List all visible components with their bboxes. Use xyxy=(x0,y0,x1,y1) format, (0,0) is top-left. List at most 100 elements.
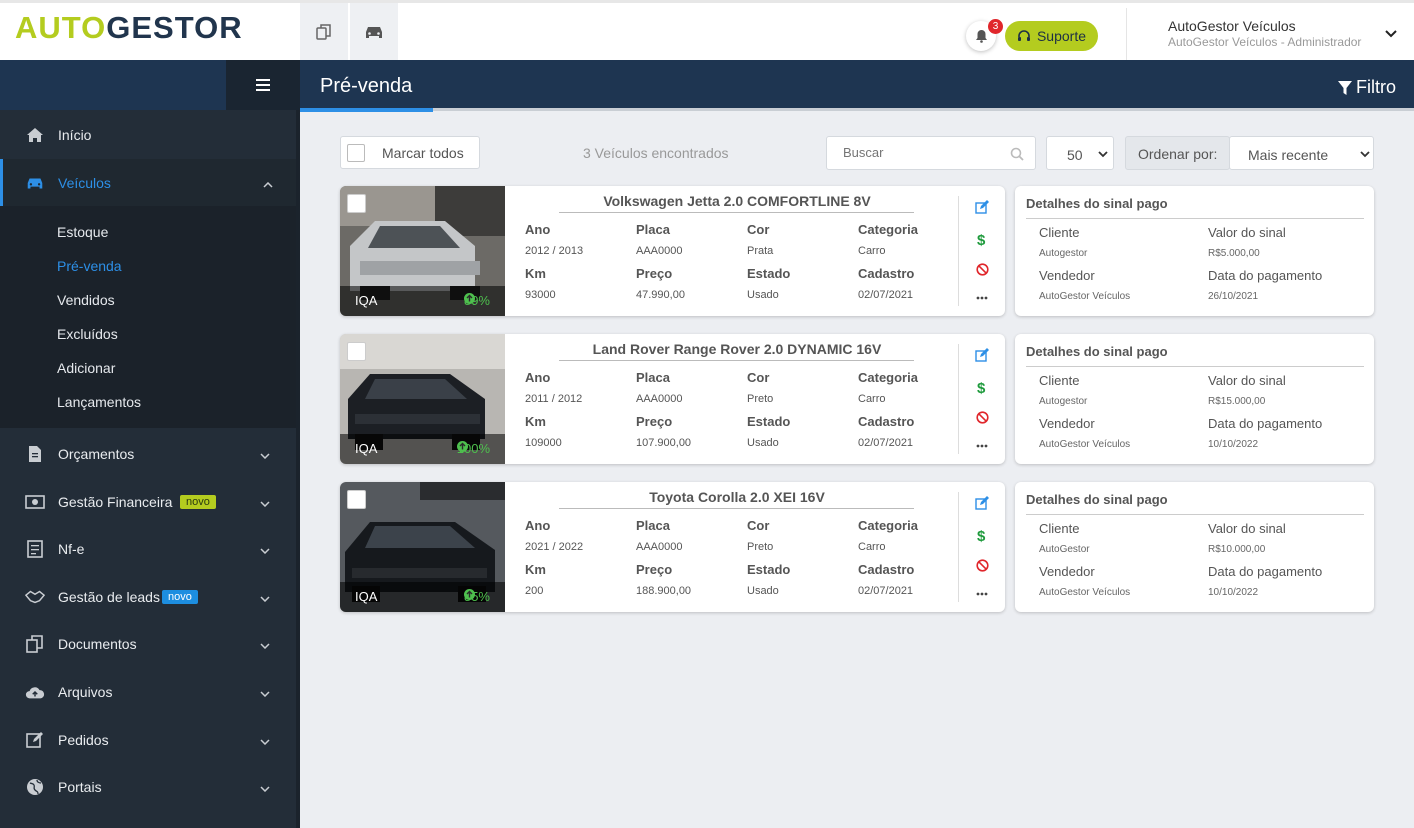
dollar-icon: $ xyxy=(977,528,986,543)
more-options-button[interactable] xyxy=(974,438,990,454)
vehicle-category: Carro xyxy=(858,541,886,553)
ellipsis-icon xyxy=(976,592,988,596)
deposit-client: Autogestor xyxy=(1039,248,1088,259)
sidebar-item-inicio[interactable]: Início xyxy=(0,111,296,159)
vehicle-photo[interactable]: IQA 85% xyxy=(340,482,505,612)
chevron-down-icon xyxy=(260,446,270,462)
invoice-icon xyxy=(25,539,45,559)
deposit-details-card: Detalhes do sinal pago Cliente Valor do … xyxy=(1015,186,1374,316)
iqa-score: 100% xyxy=(456,441,490,456)
submenu-estoque[interactable]: Estoque xyxy=(57,224,108,240)
vehicle-title[interactable]: Toyota Corolla 2.0 XEI 16V xyxy=(505,489,969,505)
user-menu-chevron-icon[interactable] xyxy=(1385,25,1397,43)
svg-text:$: $ xyxy=(977,528,986,543)
chevron-down-icon xyxy=(260,684,270,700)
edit-icon xyxy=(975,496,989,510)
edit-button[interactable] xyxy=(974,347,990,363)
filter-button[interactable]: Filtro xyxy=(1338,77,1396,98)
iqa-score: 89% xyxy=(463,293,490,308)
cancel-button[interactable] xyxy=(974,409,990,425)
vehicle-year: 2011 / 2012 xyxy=(525,393,583,405)
submenu-pre-venda[interactable]: Pré-venda xyxy=(57,258,122,274)
handshake-icon xyxy=(25,587,45,607)
notification-count-badge: 3 xyxy=(988,19,1003,34)
sidebar-item-orcamentos[interactable]: Orçamentos xyxy=(0,430,296,478)
sidebar-item-veiculos[interactable]: Veículos xyxy=(0,159,296,207)
sidebar-item-nfe[interactable]: Nf-e xyxy=(0,525,296,573)
iqa-label: IQA xyxy=(355,293,378,308)
sell-button[interactable]: $ xyxy=(974,379,990,395)
cancel-button[interactable] xyxy=(974,261,990,277)
vehicle-price: 107.900,00 xyxy=(636,437,692,449)
vehicle-plate: AAA0000 xyxy=(636,541,683,553)
select-all-button[interactable]: Marcar todos xyxy=(340,136,480,169)
order-by-select[interactable]: Mais recente xyxy=(1229,136,1374,170)
results-count: 3 Veículos encontrados xyxy=(583,145,729,161)
sell-button[interactable]: $ xyxy=(974,231,990,247)
vehicle-select-checkbox[interactable] xyxy=(347,490,366,509)
sidebar-item-arquivos[interactable]: Arquivos xyxy=(0,668,296,716)
deposit-date: 10/10/2022 xyxy=(1208,587,1259,598)
chevron-down-icon xyxy=(1360,151,1370,158)
edit-icon xyxy=(975,200,989,214)
select-all-checkbox[interactable] xyxy=(347,144,365,162)
globe-icon xyxy=(25,777,45,797)
autogestor-logo[interactable]: AUTOGESTOR xyxy=(15,10,243,46)
vehicle-condition: Usado xyxy=(747,585,779,597)
chevron-down-icon xyxy=(260,732,270,748)
vehicle-select-checkbox[interactable] xyxy=(347,342,366,361)
active-tab-indicator xyxy=(300,108,433,112)
submenu-vendidos[interactable]: Vendidos xyxy=(57,292,115,308)
vehicle-photo[interactable]: IQA 100% xyxy=(340,334,505,464)
sell-button[interactable]: $ xyxy=(974,527,990,543)
arrow-up-circle-icon xyxy=(463,589,475,600)
vehicle-km: 109000 xyxy=(525,437,562,449)
search-box[interactable] xyxy=(826,136,1036,170)
deposit-seller: AutoGestor Veículos xyxy=(1039,291,1131,302)
user-name[interactable]: AutoGestor Veículos xyxy=(1168,18,1296,34)
menu-toggle-button[interactable] xyxy=(226,60,300,110)
edit-button[interactable] xyxy=(974,199,990,215)
hamburger-icon xyxy=(256,79,270,91)
deposit-client: AutoGestor xyxy=(1039,544,1090,555)
novo-badge: novo xyxy=(162,590,198,604)
per-page-select[interactable]: 50 xyxy=(1046,136,1114,170)
vehicle-color: Prata xyxy=(747,245,774,257)
cancel-button[interactable] xyxy=(974,557,990,573)
vehicle-select-checkbox[interactable] xyxy=(347,194,366,213)
sidebar-item-portais[interactable]: Portais xyxy=(0,763,296,811)
chevron-down-icon xyxy=(260,589,270,605)
vehicle-card[interactable]: IQA 100% Land Rover Range Rover 2.0 DYNA… xyxy=(340,334,1005,464)
car-icon xyxy=(366,26,382,38)
search-input[interactable] xyxy=(843,145,1003,160)
deposit-client: Autogestor xyxy=(1039,396,1088,407)
submenu-excluidos[interactable]: Excluídos xyxy=(57,326,118,342)
vehicle-title[interactable]: Land Rover Range Rover 2.0 DYNAMIC 16V xyxy=(505,341,969,357)
vehicle-color: Preto xyxy=(747,541,774,553)
more-options-button[interactable] xyxy=(974,290,990,306)
copy-documents-button[interactable] xyxy=(300,3,348,60)
submenu-lancamentos[interactable]: Lançamentos xyxy=(57,394,141,410)
order-by-label: Ordenar por: xyxy=(1125,136,1230,170)
vehicle-photo[interactable]: IQA 89% xyxy=(340,186,505,316)
sidebar-item-documentos[interactable]: Documentos xyxy=(0,620,296,668)
sidebar-item-gestao-financeira[interactable]: Gestão Financeira novo xyxy=(0,478,296,526)
sidebar-item-pedidos[interactable]: Pedidos xyxy=(0,716,296,764)
sidebar-item-gestao-de-leads[interactable]: Gestão de leads novo xyxy=(0,573,296,621)
submenu-adicionar[interactable]: Adicionar xyxy=(57,360,115,376)
vehicle-condition: Usado xyxy=(747,289,779,301)
vehicle-registered: 02/07/2021 xyxy=(858,437,914,449)
home-icon xyxy=(25,125,45,145)
vehicle-category: Carro xyxy=(858,245,886,257)
vehicle-card[interactable]: IQA 85% Toyota Corolla 2.0 XEI 16V Ano P… xyxy=(340,482,1005,612)
vehicle-card[interactable]: IQA 89% Volkswagen Jetta 2.0 COMFORTLINE… xyxy=(340,186,1005,316)
vehicles-shortcut-button[interactable] xyxy=(350,3,398,60)
more-options-button[interactable] xyxy=(974,586,990,602)
support-button[interactable]: Suporte xyxy=(1005,21,1098,51)
iqa-label: IQA xyxy=(355,441,378,456)
vehicle-title[interactable]: Volkswagen Jetta 2.0 COMFORTLINE 8V xyxy=(505,193,969,209)
chevron-down-icon xyxy=(260,494,270,510)
headset-icon xyxy=(1017,30,1030,41)
novo-badge: novo xyxy=(180,495,216,509)
edit-button[interactable] xyxy=(974,495,990,511)
